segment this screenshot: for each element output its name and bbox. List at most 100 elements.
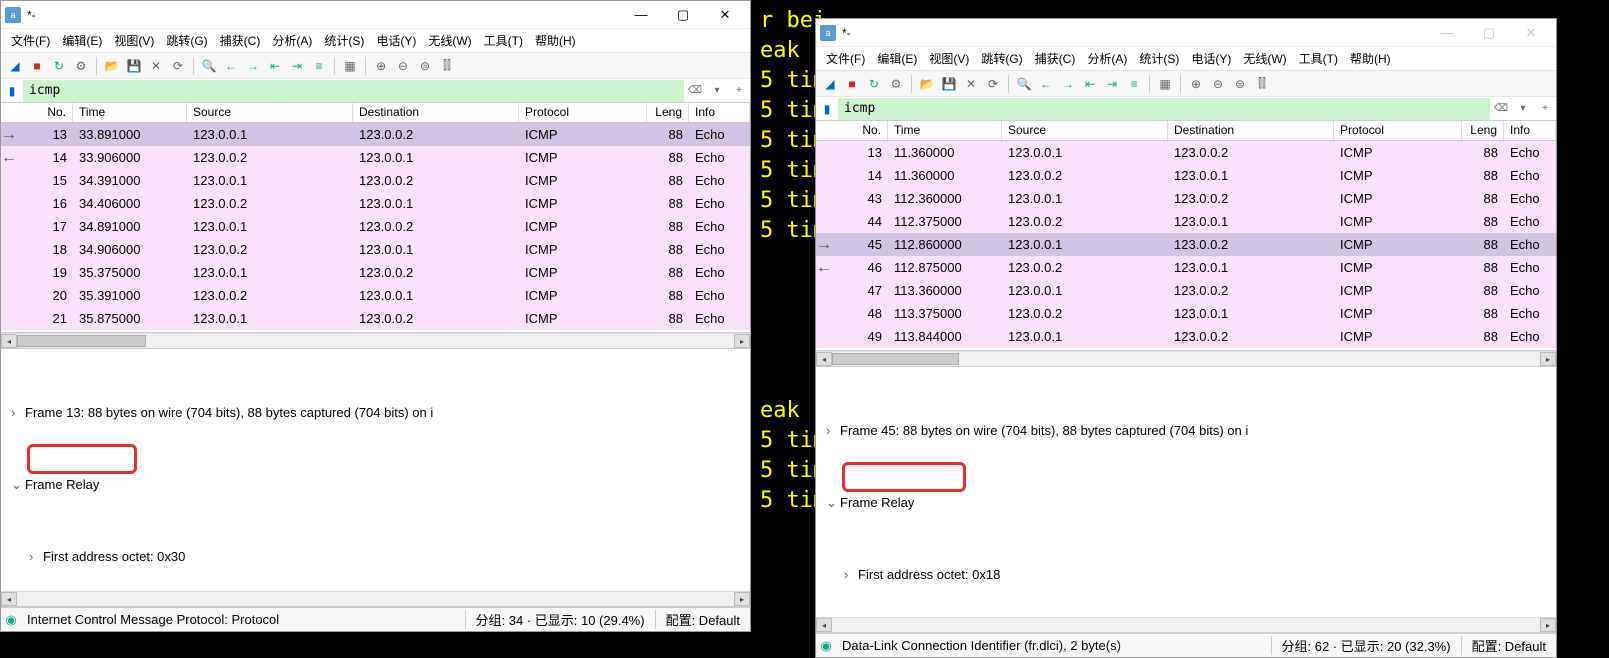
detail-fao[interactable]: ›First address octet: 0x18 xyxy=(816,563,1556,587)
close-file-icon[interactable]: ✕ xyxy=(961,74,981,94)
packet-row[interactable]: 1433.906000123.0.0.2123.0.0.1ICMP88Echo xyxy=(1,146,750,169)
open-icon[interactable]: 📂 xyxy=(102,56,122,76)
first-icon[interactable]: ⇥ xyxy=(1102,74,1122,94)
packet-list[interactable]: 1311.360000123.0.0.1123.0.0.2ICMP88Echo1… xyxy=(816,141,1556,351)
restart-capture-icon[interactable]: ↻ xyxy=(49,56,69,76)
menu-analyze[interactable]: 分析(A) xyxy=(266,30,318,51)
menu-go[interactable]: 跳转(G) xyxy=(160,30,213,51)
packet-row[interactable]: 49113.844000123.0.0.1123.0.0.2ICMP88Echo xyxy=(816,325,1556,348)
filter-bookmark-icon[interactable]: ▮ xyxy=(1,80,23,102)
col-proto[interactable]: Protocol xyxy=(1334,121,1462,140)
packet-row[interactable]: 47113.360000123.0.0.1123.0.0.2ICMP88Echo xyxy=(816,279,1556,302)
packet-row[interactable]: 1935.375000123.0.0.1123.0.0.2ICMP88Echo xyxy=(1,261,750,284)
scroll-left-icon[interactable]: ◂ xyxy=(1,334,17,348)
packet-details[interactable]: ›Frame 45: 88 bytes on wire (704 bits), … xyxy=(816,367,1556,617)
prev-icon[interactable]: ← xyxy=(221,56,241,76)
scroll-left-icon[interactable]: ◂ xyxy=(816,618,832,632)
col-dest[interactable]: Destination xyxy=(1168,121,1334,140)
zoom-reset-icon[interactable]: ⊜ xyxy=(1230,74,1250,94)
menu-wireless[interactable]: 无线(W) xyxy=(422,30,477,51)
jump-icon[interactable]: ⇤ xyxy=(1080,74,1100,94)
packet-row[interactable]: 2035.391000123.0.0.2123.0.0.1ICMP88Echo xyxy=(1,284,750,307)
start-capture-icon[interactable]: ◢ xyxy=(820,74,840,94)
menu-file[interactable]: 文件(F) xyxy=(820,48,871,69)
col-source[interactable]: Source xyxy=(187,103,353,122)
zoom-in-icon[interactable]: ⊕ xyxy=(1186,74,1206,94)
packet-row[interactable]: 1333.891000123.0.0.1123.0.0.2ICMP88Echo xyxy=(1,123,750,146)
packet-row[interactable]: 46112.875000123.0.0.2123.0.0.1ICMP88Echo xyxy=(816,256,1556,279)
titlebar[interactable]: a *- — ▢ ✕ xyxy=(816,19,1556,47)
col-time[interactable]: Time xyxy=(888,121,1002,140)
zoom-out-icon[interactable]: ⊖ xyxy=(393,56,413,76)
detail-frame[interactable]: ›Frame 13: 88 bytes on wire (704 bits), … xyxy=(1,401,750,425)
col-len[interactable]: Leng xyxy=(647,103,689,122)
packet-row[interactable]: 45112.860000123.0.0.1123.0.0.2ICMP88Echo xyxy=(816,233,1556,256)
col-dest[interactable]: Destination xyxy=(353,103,519,122)
scroll-right-icon[interactable]: ▸ xyxy=(734,334,750,348)
packet-row[interactable]: 1311.360000123.0.0.1123.0.0.2ICMP88Echo xyxy=(816,141,1556,164)
detail-frame[interactable]: ›Frame 45: 88 bytes on wire (704 bits), … xyxy=(816,419,1556,443)
scroll-track[interactable] xyxy=(17,334,734,348)
open-icon[interactable]: 📂 xyxy=(917,74,937,94)
add-filter-icon[interactable]: + xyxy=(1534,98,1556,120)
menu-help[interactable]: 帮助(H) xyxy=(1344,48,1397,69)
titlebar[interactable]: a *- — ▢ ✕ xyxy=(1,1,750,29)
packet-row[interactable]: 1834.906000123.0.0.2123.0.0.1ICMP88Echo xyxy=(1,238,750,261)
scroll-track[interactable] xyxy=(832,352,1540,366)
display-filter-input[interactable] xyxy=(838,98,1490,120)
col-len[interactable]: Leng xyxy=(1462,121,1504,140)
packet-row[interactable]: 1734.891000123.0.0.1123.0.0.2ICMP88Echo xyxy=(1,215,750,238)
horizontal-scrollbar[interactable]: ◂ ▸ xyxy=(1,591,750,607)
scroll-right-icon[interactable]: ▸ xyxy=(1540,352,1556,366)
packet-row[interactable]: 48113.375000123.0.0.2123.0.0.1ICMP88Echo xyxy=(816,302,1556,325)
stop-capture-icon[interactable]: ■ xyxy=(842,74,862,94)
detail-framerelay[interactable]: ⌄Frame Relay xyxy=(1,473,750,497)
minimize-button[interactable]: — xyxy=(1426,20,1468,46)
reload-icon[interactable]: ⟳ xyxy=(168,56,188,76)
start-capture-icon[interactable]: ◢ xyxy=(5,56,25,76)
close-file-icon[interactable]: ✕ xyxy=(146,56,166,76)
scroll-left-icon[interactable]: ◂ xyxy=(1,592,17,606)
menu-capture[interactable]: 捕获(C) xyxy=(1029,48,1082,69)
last-icon[interactable]: ≡ xyxy=(309,56,329,76)
packet-list[interactable]: 1333.891000123.0.0.1123.0.0.2ICMP88Echo1… xyxy=(1,123,750,333)
col-info[interactable]: Info xyxy=(1504,121,1556,140)
next-icon[interactable]: → xyxy=(243,56,263,76)
zoom-reset-icon[interactable]: ⊜ xyxy=(415,56,435,76)
packet-details[interactable]: ›Frame 13: 88 bytes on wire (704 bits), … xyxy=(1,349,750,591)
expert-info-icon[interactable]: ◉ xyxy=(816,636,836,656)
packet-row[interactable]: 1534.391000123.0.0.1123.0.0.2ICMP88Echo xyxy=(1,169,750,192)
menu-edit[interactable]: 编辑(E) xyxy=(56,30,108,51)
menu-tools[interactable]: 工具(T) xyxy=(478,30,529,51)
resize-cols-icon[interactable]: ⫿⫿ xyxy=(1252,74,1272,94)
filter-dropdown-icon[interactable]: ▾ xyxy=(1512,98,1534,120)
restart-capture-icon[interactable]: ↻ xyxy=(864,74,884,94)
horizontal-scrollbar[interactable]: ◂ ▸ xyxy=(816,617,1556,633)
scroll-right-icon[interactable]: ▸ xyxy=(1540,618,1556,632)
scroll-track[interactable] xyxy=(832,618,1540,632)
options-icon[interactable]: ⚙ xyxy=(886,74,906,94)
maximize-button[interactable]: ▢ xyxy=(1468,20,1510,46)
menu-wireless[interactable]: 无线(W) xyxy=(1237,48,1292,69)
col-no[interactable]: No. xyxy=(1,103,73,122)
first-icon[interactable]: ⇥ xyxy=(287,56,307,76)
packet-row[interactable]: 1411.360000123.0.0.2123.0.0.1ICMP88Echo xyxy=(816,164,1556,187)
close-button[interactable]: ✕ xyxy=(704,2,746,28)
save-icon[interactable]: 💾 xyxy=(939,74,959,94)
jump-icon[interactable]: ⇤ xyxy=(265,56,285,76)
find-icon[interactable]: 🔍 xyxy=(1014,74,1034,94)
prev-icon[interactable]: ← xyxy=(1036,74,1056,94)
expert-info-icon[interactable]: ◉ xyxy=(1,610,21,630)
zoom-in-icon[interactable]: ⊕ xyxy=(371,56,391,76)
scroll-left-icon[interactable]: ◂ xyxy=(816,352,832,366)
col-source[interactable]: Source xyxy=(1002,121,1168,140)
detail-fao[interactable]: ›First address octet: 0x30 xyxy=(1,545,750,569)
horizontal-scrollbar[interactable]: ◂ ▸ xyxy=(816,351,1556,367)
save-icon[interactable]: 💾 xyxy=(124,56,144,76)
clear-filter-icon[interactable]: ⌫ xyxy=(684,80,706,102)
packet-row[interactable]: 1634.406000123.0.0.2123.0.0.1ICMP88Echo xyxy=(1,192,750,215)
minimize-button[interactable]: — xyxy=(620,2,662,28)
col-time[interactable]: Time xyxy=(73,103,187,122)
col-no[interactable]: No. xyxy=(816,121,888,140)
scroll-thumb[interactable] xyxy=(17,335,146,347)
